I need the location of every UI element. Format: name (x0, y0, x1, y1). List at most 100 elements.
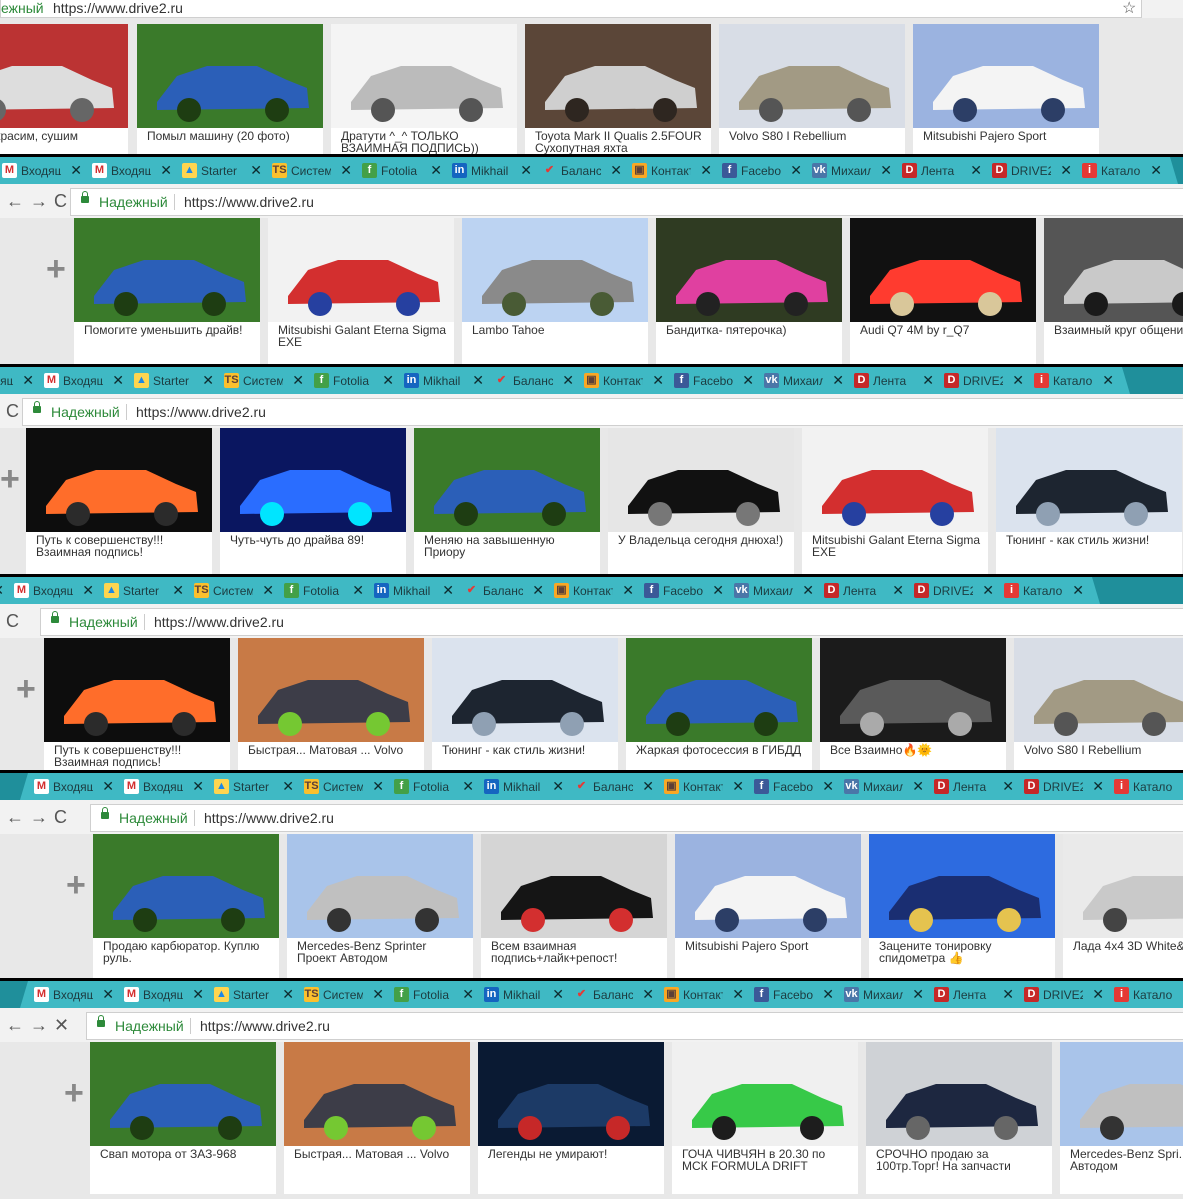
bookmark-star-icon[interactable]: ☆ (1122, 0, 1136, 18)
tab-title[interactable]: Михаил (753, 584, 793, 598)
tab-title[interactable]: Fotolia (413, 780, 453, 794)
add-plus-icon[interactable]: + (16, 672, 36, 706)
feed-card[interactable]: Mitsubishi Galant Eterna Sigma EXE (268, 218, 454, 370)
card-caption[interactable]: Путь к совершенству!!! Взаимная подпись! (54, 744, 224, 768)
card-caption[interactable]: Тюнинг - как стиль жизни! (1006, 534, 1176, 546)
card-caption[interactable]: Mitsubishi Pajero Sport (685, 940, 855, 952)
tab-title[interactable]: Fotolia (413, 988, 453, 1002)
card-caption[interactable]: Путь к совершенству!!! Взаимная подпись! (36, 534, 206, 558)
tab-close-icon[interactable]: ✕ (1102, 372, 1114, 389)
tab-title[interactable]: Входящие (143, 988, 183, 1002)
tab-title[interactable]: Баланс (593, 780, 633, 794)
tab-title[interactable]: Fotolia (303, 584, 343, 598)
tab-title[interactable]: DRIVE2 (933, 584, 973, 598)
feed-card[interactable]: Зацените тонировку спидометра 👍 (869, 834, 1055, 986)
feed-card[interactable]: Mitsubishi Pajero Sport (913, 24, 1099, 154)
thumbnail-image[interactable] (608, 428, 794, 532)
feed-card[interactable]: Легенды не умирают! (478, 1042, 664, 1194)
card-caption[interactable]: Быстрая... Матовая ... Volvo (294, 1148, 464, 1160)
url-text[interactable]: https://www.drive2.ru (200, 1018, 330, 1034)
thumbnail-image[interactable] (238, 638, 424, 742)
tab-title[interactable]: Система (323, 780, 363, 794)
feed-card[interactable]: Lambo Tahoe (462, 218, 648, 370)
tab-title[interactable]: Контакт (651, 164, 691, 178)
feed-card[interactable]: м, ...им красим, сушим (0, 24, 128, 154)
tab-title[interactable]: Баланс (593, 988, 633, 1002)
card-caption[interactable]: Помыл машину (20 фото) (147, 130, 317, 142)
thumbnail-image[interactable] (996, 428, 1182, 532)
back-button[interactable]: ← (6, 808, 24, 826)
feed-card[interactable]: Mercedes-Benz Sprinter Проект Автодом (287, 834, 473, 986)
thumbnail-image[interactable] (1044, 218, 1183, 322)
thumbnail-image[interactable] (0, 24, 128, 128)
feed-card[interactable]: Быстрая... Матовая ... Volvo (238, 638, 424, 790)
tab-title[interactable]: Mikhail (503, 988, 543, 1002)
add-plus-icon[interactable]: + (66, 868, 86, 902)
thumbnail-image[interactable] (74, 218, 260, 322)
tab-title[interactable]: Входящие (111, 164, 151, 178)
tab-title[interactable]: DRIVE2 (1043, 780, 1083, 794)
tab-title[interactable]: Михаил (863, 780, 903, 794)
url-box[interactable]: ежный https://www.drive2.ru (0, 0, 1142, 18)
tab-title[interactable]: Каталог (1023, 584, 1063, 598)
forward-button[interactable]: → (30, 1016, 48, 1034)
card-caption[interactable]: Toyota Mark II Qualis 2.5FOUR Сухопутная… (535, 130, 705, 154)
card-caption[interactable]: Mitsubishi Galant Eterna Sigma EXE (812, 534, 982, 558)
card-caption[interactable]: м, ...им красим, сушим (0, 130, 122, 142)
url-text[interactable]: https://www.drive2.ru (154, 614, 284, 630)
thumbnail-image[interactable] (287, 834, 473, 938)
tab-title[interactable]: Mikhail (423, 374, 463, 388)
tab-title[interactable]: Контакт (683, 988, 723, 1002)
thumbnail-image[interactable] (913, 24, 1099, 128)
tab-title[interactable]: Входящие (0, 374, 13, 388)
thumbnail-image[interactable] (820, 638, 1006, 742)
tab-title[interactable]: Михаил (831, 164, 871, 178)
feed-card[interactable]: Лада 4х4 3D White& (1063, 834, 1183, 986)
card-caption[interactable]: Легенды не умирают! (488, 1148, 658, 1160)
feed-card[interactable]: Взаимный круг общени (1044, 218, 1183, 370)
card-caption[interactable]: Lambo Tahoe (472, 324, 642, 336)
thumbnail-image[interactable] (268, 218, 454, 322)
tab-title[interactable]: Starter (233, 780, 273, 794)
thumbnail-image[interactable] (414, 428, 600, 532)
thumbnail-image[interactable] (656, 218, 842, 322)
tab-title[interactable]: Fotolia (381, 164, 421, 178)
thumbnail-image[interactable] (866, 1042, 1052, 1146)
feed-card[interactable]: Mercedes-Benz Spri... Проект Автодом (1060, 1042, 1183, 1194)
tab-title[interactable]: Каталог (1053, 374, 1093, 388)
add-plus-icon[interactable]: + (64, 1076, 84, 1110)
tab-title[interactable]: Михаил (863, 988, 903, 1002)
feed-card[interactable]: ГОЧА ЧИВЧЯН в 20.30 по МСК FORMULA DRIFT (672, 1042, 858, 1194)
feed-card[interactable]: Помогите уменьшить драйв! (74, 218, 260, 370)
card-caption[interactable]: Audi Q7 4M by r_Q7 (860, 324, 1030, 336)
tab-title[interactable]: Starter (233, 988, 273, 1002)
thumbnail-image[interactable] (672, 1042, 858, 1146)
reload-button[interactable]: C (54, 192, 67, 210)
feed-card[interactable]: Тюнинг - как стиль жизни! (432, 638, 618, 790)
feed-card[interactable]: СРОЧНО продаю за 100тр.Торг! На запчасти (866, 1042, 1052, 1194)
feed-card[interactable]: Volvo S80 I Rebellium (1014, 638, 1183, 790)
tab-title[interactable]: Входящие (21, 164, 61, 178)
feed-card[interactable]: Mitsubishi Galant Eterna Sigma EXE (802, 428, 988, 580)
tab-title[interactable]: Входящие (53, 988, 93, 1002)
thumbnail-image[interactable] (44, 638, 230, 742)
add-plus-icon[interactable]: + (46, 252, 66, 286)
tab-title[interactable]: Лента (953, 780, 993, 794)
card-caption[interactable]: Дратути ^_^ ТОЛЬКО ВЗАИМНАЯ ПОДПИСЬ)) (341, 130, 511, 154)
tab-title[interactable]: Facebook (773, 780, 813, 794)
feed-card[interactable]: Все Взаимно🔥🌞 (820, 638, 1006, 790)
url-box[interactable]: Надежный https://www.drive2.ru (40, 608, 1183, 636)
tab-title[interactable]: Лента (873, 374, 913, 388)
tab-title[interactable]: DRIVE2 (963, 374, 1003, 388)
card-caption[interactable]: Продаю карбюратор. Куплю руль. (103, 940, 273, 964)
thumbnail-image[interactable] (1060, 1042, 1183, 1146)
card-caption[interactable]: Mitsubishi Galant Eterna Sigma EXE (278, 324, 448, 348)
tab-title[interactable]: Starter (153, 374, 193, 388)
card-caption[interactable]: Mercedes-Benz Spri... Проект Автодом (1070, 1148, 1183, 1172)
tab-title[interactable]: Входящие (143, 780, 183, 794)
tab-title[interactable]: Система (213, 584, 253, 598)
card-caption[interactable]: Лада 4х4 3D White& (1073, 940, 1183, 952)
thumbnail-image[interactable] (1063, 834, 1183, 938)
card-caption[interactable]: СРОЧНО продаю за 100тр.Торг! На запчасти (876, 1148, 1046, 1172)
feed-card[interactable]: Тюнинг - как стиль жизни! (996, 428, 1182, 580)
